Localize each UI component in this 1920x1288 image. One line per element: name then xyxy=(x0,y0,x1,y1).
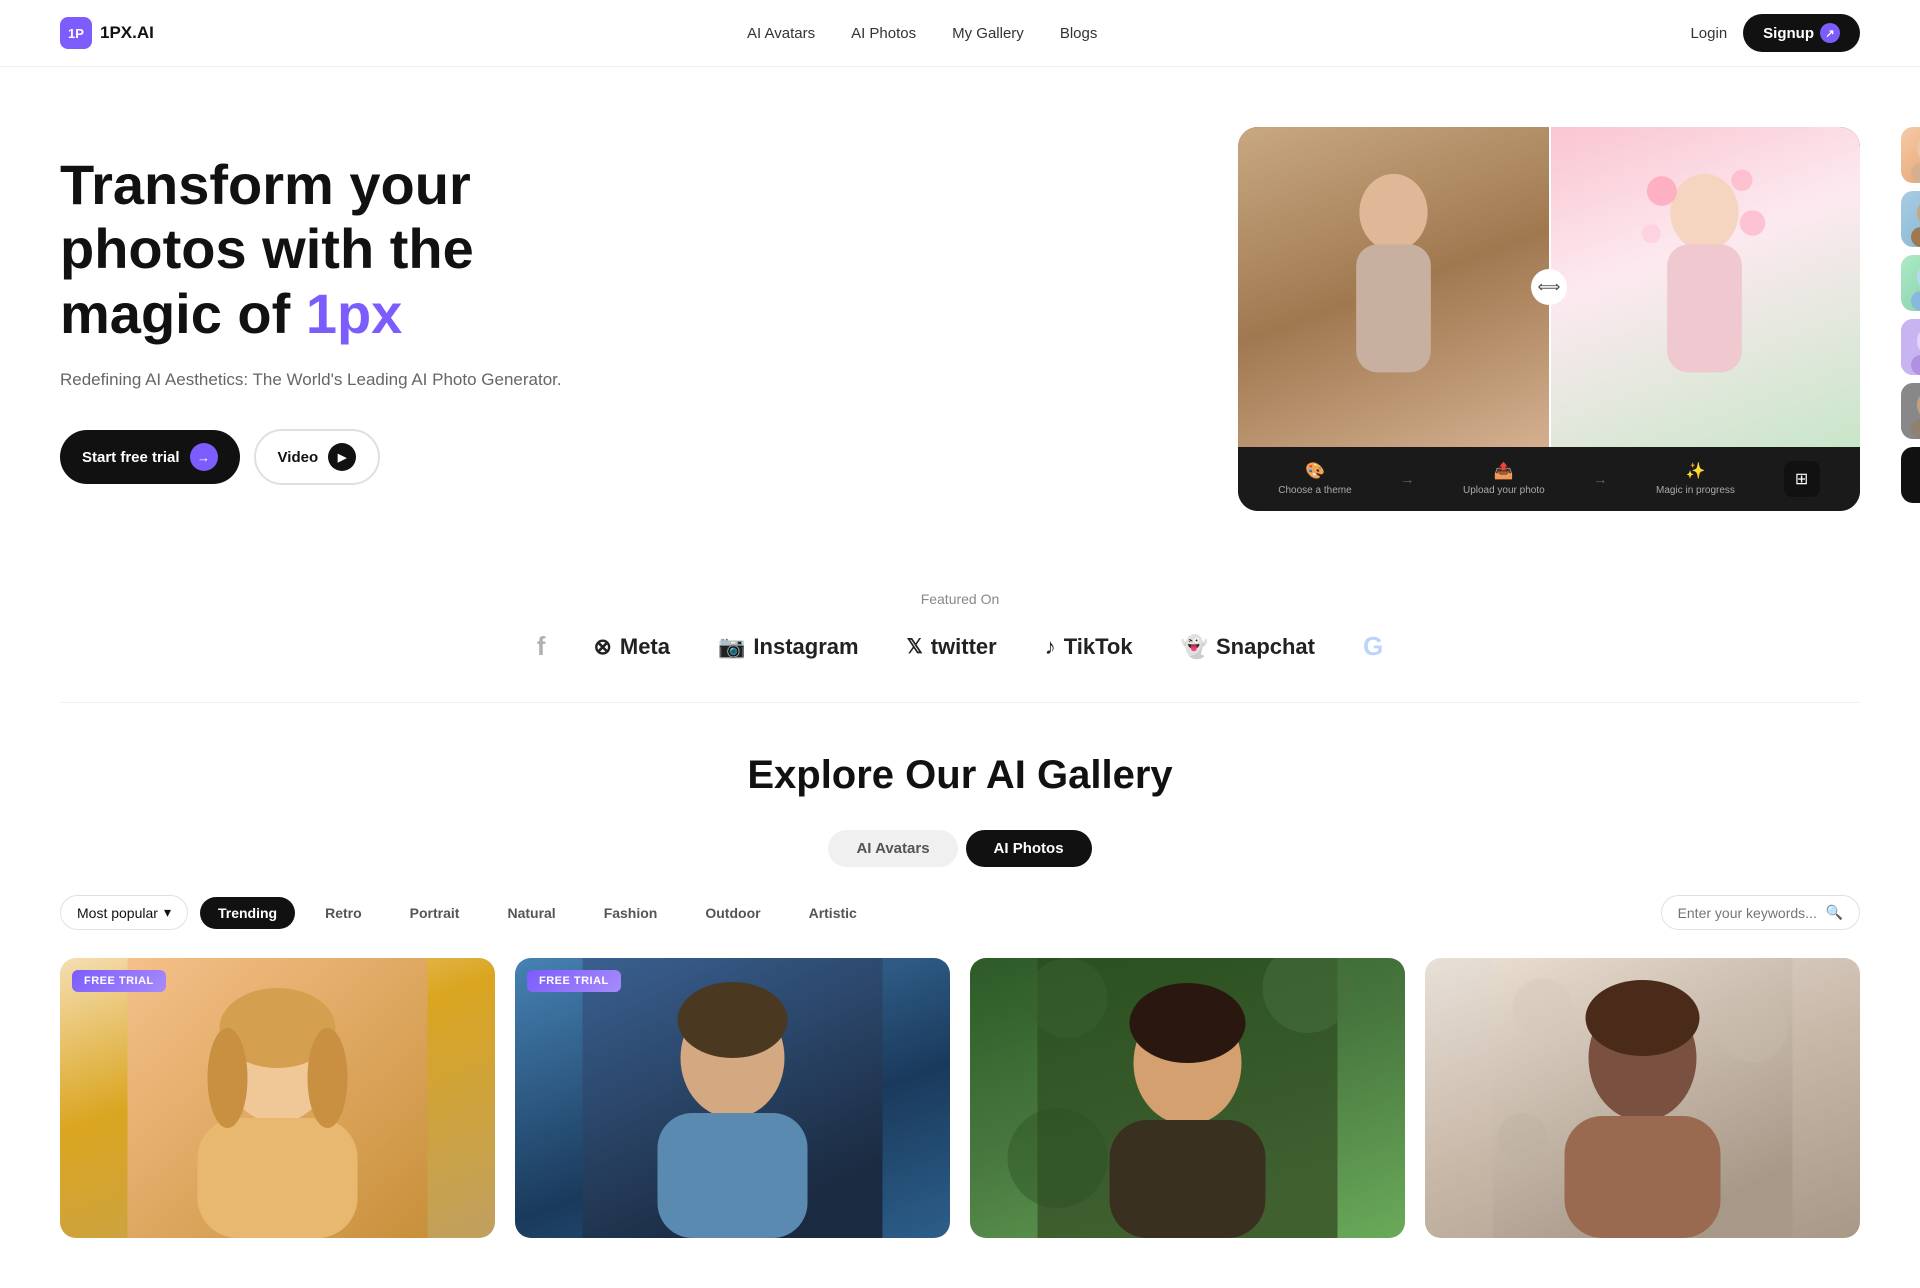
hero-buttons: Start free trial → Video ▶ xyxy=(60,429,816,485)
start-trial-button[interactable]: Start free trial → xyxy=(60,430,240,484)
before-after-view: Before After xyxy=(1238,127,1860,447)
step-arrow-2: → xyxy=(1593,471,1607,487)
filter-portrait[interactable]: Portrait xyxy=(392,897,478,929)
featured-label: Featured On xyxy=(0,591,1920,607)
step-choose-theme: 🎨 Choose a theme xyxy=(1278,461,1351,497)
thumbnail-2[interactable] xyxy=(1901,191,1920,247)
most-popular-label: Most popular xyxy=(77,905,158,921)
card-2-image xyxy=(515,958,950,1238)
thumbnail-5[interactable] xyxy=(1901,383,1920,439)
gallery-filters: Most popular ▾ Trending Retro Portrait N… xyxy=(60,895,1860,930)
filter-trending[interactable]: Trending xyxy=(200,897,295,929)
meta-name: Meta xyxy=(620,634,670,660)
navbar: 1P 1PX.AI AI Avatars AI Photos My Galler… xyxy=(0,0,1920,67)
step-magic: ✨ Magic in progress xyxy=(1656,461,1735,497)
dropdown-chevron-icon: ▾ xyxy=(164,904,171,921)
upload-icon: 📤 xyxy=(1494,461,1514,481)
gallery-card-1[interactable]: FREE TRIAL xyxy=(60,958,495,1238)
gallery-section: Explore Our AI Gallery AI Avatars AI Pho… xyxy=(0,703,1920,1288)
card-3-image xyxy=(970,958,1405,1238)
nav-links: AI Avatars AI Photos My Gallery Blogs xyxy=(747,25,1097,42)
login-button[interactable]: Login xyxy=(1690,25,1727,42)
gallery-search-input[interactable] xyxy=(1678,905,1818,921)
step-upload-photo: 📤 Upload your photo xyxy=(1463,461,1545,497)
thumbnail-strip: ⊞ xyxy=(1901,127,1920,503)
hero-text-block: Transform your photos with the magic of … xyxy=(60,153,816,485)
hero-image-area: Before After xyxy=(888,127,1860,511)
thumbnail-4[interactable] xyxy=(1901,319,1920,375)
nav-ai-photos[interactable]: AI Photos xyxy=(851,25,916,42)
snapchat-icon: 👻 xyxy=(1181,634,1208,660)
grid-view-button[interactable]: ⊞ xyxy=(1784,461,1820,497)
trial-arrow-icon: → xyxy=(190,443,218,471)
card-4-image xyxy=(1425,958,1860,1238)
featured-logos: f ⊗ Meta 📷 Instagram 𝕏 twitter ♪ TikTok … xyxy=(0,631,1920,662)
twitter-name: twitter xyxy=(931,634,997,660)
signup-arrow-icon: ↗ xyxy=(1820,23,1840,43)
search-icon: 🔍 xyxy=(1826,904,1843,921)
palette-icon: 🎨 xyxy=(1305,461,1325,481)
gallery-search-box[interactable]: 🔍 xyxy=(1661,895,1860,930)
free-trial-badge-1: FREE TRIAL xyxy=(72,970,166,992)
instagram-name: Instagram xyxy=(753,634,858,660)
after-photo xyxy=(1549,127,1860,447)
before-photo xyxy=(1238,127,1549,447)
before-person-svg xyxy=(1238,127,1549,447)
card-steps-bar: 🎨 Choose a theme → 📤 Upload your photo →… xyxy=(1238,447,1860,511)
logo-icon: 1P xyxy=(60,17,92,49)
instagram-icon: 📷 xyxy=(718,634,745,660)
step-arrow-1: → xyxy=(1400,471,1414,487)
brand-name: 1PX.AI xyxy=(100,23,154,43)
gallery-card-2[interactable]: FREE TRIAL xyxy=(515,958,950,1238)
filter-outdoor[interactable]: Outdoor xyxy=(687,897,778,929)
after-person-svg xyxy=(1549,127,1860,447)
facebook-icon: f xyxy=(537,631,546,662)
gallery-tabs: AI Avatars AI Photos xyxy=(60,830,1860,867)
before-after-card: Before After xyxy=(1238,127,1860,511)
snapchat-logo: 👻 Snapchat xyxy=(1181,634,1315,660)
meta-icon: ⊗ xyxy=(593,634,611,660)
hero-section: Transform your photos with the magic of … xyxy=(0,67,1920,551)
filter-retro[interactable]: Retro xyxy=(307,897,380,929)
play-icon: ▶ xyxy=(328,443,356,471)
nav-right: Login Signup ↗ xyxy=(1690,14,1860,52)
hero-title: Transform your photos with the magic of … xyxy=(60,153,816,346)
gallery-card-3[interactable] xyxy=(970,958,1405,1238)
most-popular-dropdown[interactable]: Most popular ▾ xyxy=(60,895,188,930)
google-icon: G xyxy=(1363,631,1383,662)
tiktok-icon: ♪ xyxy=(1045,634,1056,660)
gallery-card-4[interactable] xyxy=(1425,958,1860,1238)
slider-handle[interactable]: ⟺ xyxy=(1531,269,1567,305)
tab-ai-avatars[interactable]: AI Avatars xyxy=(828,830,957,867)
gallery-grid: FREE TRIAL FREE TRIAL xyxy=(60,958,1860,1238)
nav-blogs[interactable]: Blogs xyxy=(1060,25,1098,42)
gallery-title: Explore Our AI Gallery xyxy=(60,753,1860,798)
video-button[interactable]: Video ▶ xyxy=(254,429,381,485)
brand-logo[interactable]: 1P 1PX.AI xyxy=(60,17,154,49)
thumbnail-1[interactable] xyxy=(1901,127,1920,183)
google-logo: G xyxy=(1363,631,1383,662)
nav-ai-avatars[interactable]: AI Avatars xyxy=(747,25,815,42)
filter-artistic[interactable]: Artistic xyxy=(791,897,875,929)
free-trial-badge-2: FREE TRIAL xyxy=(527,970,621,992)
twitter-logo: 𝕏 twitter xyxy=(907,634,997,660)
facebook-logo: f xyxy=(537,631,546,662)
hero-subtitle: Redefining AI Aesthetics: The World's Le… xyxy=(60,366,816,393)
tab-ai-photos[interactable]: AI Photos xyxy=(966,830,1092,867)
tiktok-logo: ♪ TikTok xyxy=(1045,634,1133,660)
tiktok-name: TikTok xyxy=(1064,634,1133,660)
filter-natural[interactable]: Natural xyxy=(489,897,573,929)
featured-section: Featured On f ⊗ Meta 📷 Instagram 𝕏 twitt… xyxy=(0,551,1920,702)
card-1-image xyxy=(60,958,495,1238)
snapchat-name: Snapchat xyxy=(1216,634,1315,660)
twitter-icon: 𝕏 xyxy=(907,634,923,659)
signup-button[interactable]: Signup ↗ xyxy=(1743,14,1860,52)
meta-logo: ⊗ Meta xyxy=(593,634,670,660)
thumbnail-3[interactable] xyxy=(1901,255,1920,311)
nav-my-gallery[interactable]: My Gallery xyxy=(952,25,1024,42)
thumbnail-grid-icon[interactable]: ⊞ xyxy=(1901,447,1920,503)
magic-icon: ✨ xyxy=(1686,461,1706,481)
instagram-logo: 📷 Instagram xyxy=(718,634,859,660)
filter-fashion[interactable]: Fashion xyxy=(586,897,676,929)
